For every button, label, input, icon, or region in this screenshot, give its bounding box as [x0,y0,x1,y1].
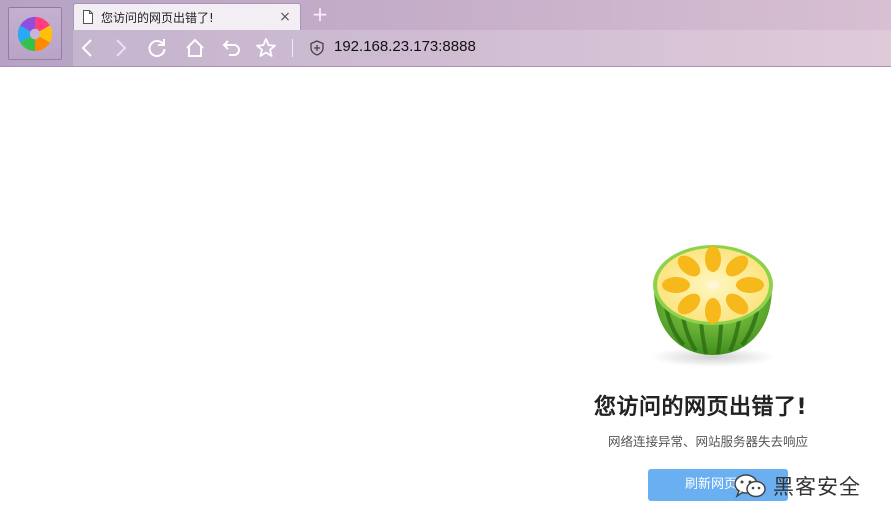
back-button[interactable] [75,35,101,61]
toolbar-separator [292,39,293,57]
forward-arrow-icon [116,39,127,57]
browser-logo-icon [17,16,53,51]
browser-menu-button[interactable] [8,7,62,60]
refresh-icon [148,39,166,58]
wechat-icon [734,474,766,498]
forward-button[interactable] [107,35,133,61]
undo-close-button[interactable] [219,35,245,61]
star-icon [256,38,276,57]
home-icon [186,38,204,57]
security-shield-icon[interactable] [309,40,325,56]
watermark: 黑客安全 [733,470,861,502]
error-title: 您访问的网页出错了! [594,395,808,420]
home-button[interactable] [182,35,208,61]
tab-close-icon[interactable]: × [278,10,292,24]
new-tab-button[interactable]: + [310,4,330,25]
error-description: 网络连接异常、网站服务器失去响应 [608,434,809,449]
bookmark-button[interactable] [253,35,279,61]
page-icon [82,10,94,24]
navigation-toolbar: 192.168.23.173:8888 [73,30,891,66]
broken-lemon-illustration [651,245,775,367]
tab-title: 您访问的网页出错了! [101,10,214,25]
undo-icon [222,40,240,56]
back-arrow-icon [81,39,92,57]
watermark-text: 黑客安全 [773,475,861,499]
address-bar-url[interactable]: 192.168.23.173:8888 [334,38,476,55]
page-content: 您访问的网页出错了! 网络连接异常、网站服务器失去响应 刷新网页 黑客安全 [0,67,891,524]
browser-tab[interactable]: 您访问的网页出错了! × [73,3,301,30]
refresh-button[interactable] [144,35,170,61]
